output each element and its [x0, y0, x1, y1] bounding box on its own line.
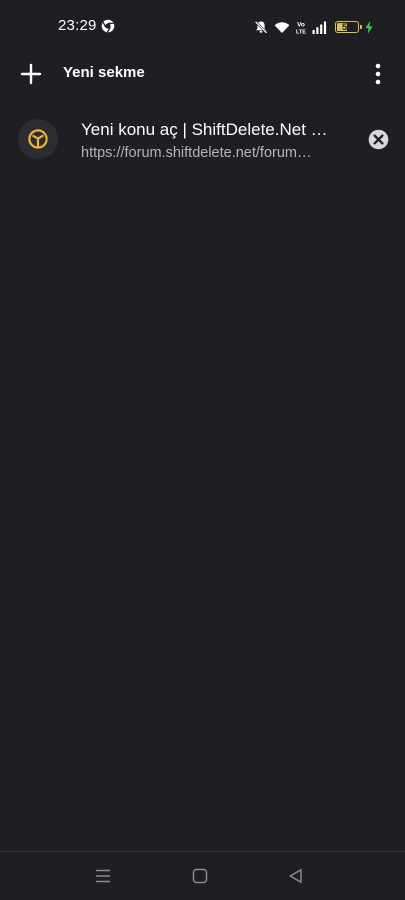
page-title: Yeni sekme — [63, 64, 145, 81]
battery-level: 54 — [341, 22, 352, 32]
shiftdelete-logo-icon — [28, 129, 48, 149]
battery-icon: 54 — [335, 21, 362, 33]
app-bar: Yeni sekme — [0, 52, 405, 96]
home-icon[interactable] — [191, 867, 209, 885]
plus-icon[interactable] — [18, 61, 44, 87]
system-nav-bar — [0, 852, 405, 900]
status-bar: 23:29 Vo LTE 54 — [0, 0, 405, 52]
back-icon[interactable] — [287, 867, 305, 885]
screen: 23:29 Vo LTE 54 Yeni sekme Yeni konu aç … — [0, 0, 405, 900]
more-vertical-icon[interactable] — [373, 61, 383, 87]
volte-icon: Vo LTE — [296, 21, 306, 35]
mute-icon — [254, 20, 268, 34]
tab-title: Yeni konu aç | ShiftDelete.Net … — [81, 120, 328, 139]
tab-url: https://forum.shiftdelete.net/forum… — [81, 145, 312, 161]
status-time: 23:29 — [58, 17, 97, 34]
menu-icon[interactable] — [94, 867, 112, 885]
close-circle-icon[interactable] — [368, 129, 389, 150]
signal-icon — [312, 21, 327, 34]
charging-icon — [365, 20, 373, 34]
wifi-icon — [274, 21, 290, 33]
svg-text:LTE: LTE — [296, 29, 306, 35]
status-icons: Vo LTE 54 — [254, 17, 373, 37]
tab-list-item[interactable]: Yeni konu aç | ShiftDelete.Net … https:/… — [0, 110, 405, 172]
svg-text:Vo: Vo — [297, 21, 305, 28]
chrome-icon — [101, 19, 115, 33]
favicon — [18, 119, 58, 159]
